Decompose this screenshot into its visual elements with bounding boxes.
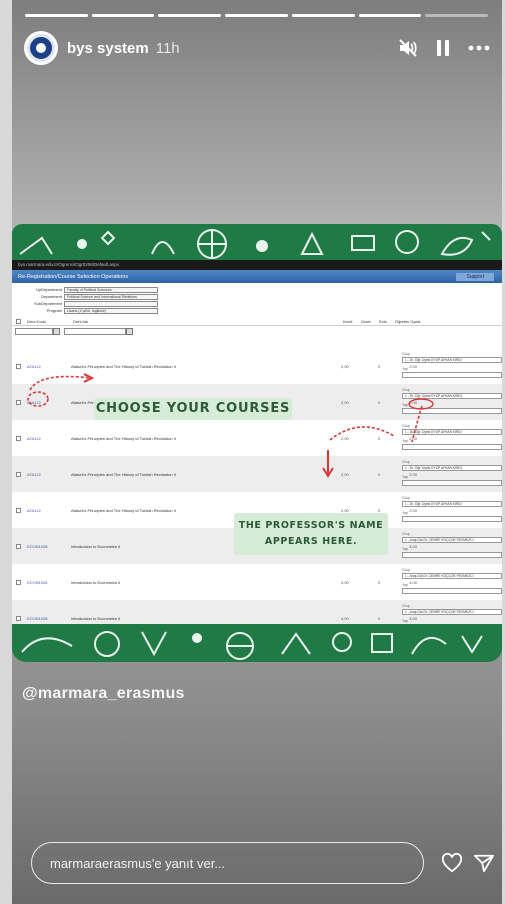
story-viewer[interactable]: bys system 11h bys.marmara.edu.tr/Ogrenc… (12, 0, 502, 904)
reply-input[interactable] (50, 855, 390, 871)
story-progress-bar (25, 14, 489, 17)
reply-box[interactable] (31, 842, 424, 884)
more-icon[interactable] (468, 45, 490, 51)
doodle-pattern-top (19, 229, 491, 259)
send-icon[interactable] (473, 853, 495, 878)
pause-icon[interactable] (436, 39, 450, 57)
account-handle: @marmara_erasmus (22, 685, 185, 702)
username[interactable]: bys system (67, 40, 149, 57)
heart-icon[interactable] (441, 852, 463, 878)
progress-segment (158, 14, 222, 17)
logo-icon (27, 34, 55, 62)
story-header: bys system 11h (24, 30, 490, 66)
progress-segment (225, 14, 288, 17)
progress-segment (425, 14, 489, 17)
muted-icon[interactable] (398, 39, 418, 57)
post-time: 11h (155, 39, 180, 57)
doodle-pattern-bottom (21, 631, 483, 660)
progress-segment (358, 14, 422, 17)
progress-segment (91, 14, 155, 17)
progress-segment (291, 14, 355, 17)
annotation-arrows (27, 373, 434, 478)
annotation-line: THE PROFESSOR'S NAME (238, 520, 384, 531)
progress-segment (25, 14, 88, 17)
annotation-line: APPEARS HERE. (264, 536, 358, 547)
story-image-card: bys.marmara.edu.tr/Ogrenci/Ogr0206/Defau… (12, 224, 502, 662)
professor-name-annotation: THE PROFESSOR'S NAME APPEARS HERE. (234, 513, 388, 555)
avatar[interactable] (24, 31, 58, 65)
choose-courses-annotation: CHOOSE YOUR COURSES (94, 398, 292, 420)
course-selection-screenshot: bys.marmara.edu.tr/Ogrenci/Ogr0206/Defau… (12, 260, 502, 624)
